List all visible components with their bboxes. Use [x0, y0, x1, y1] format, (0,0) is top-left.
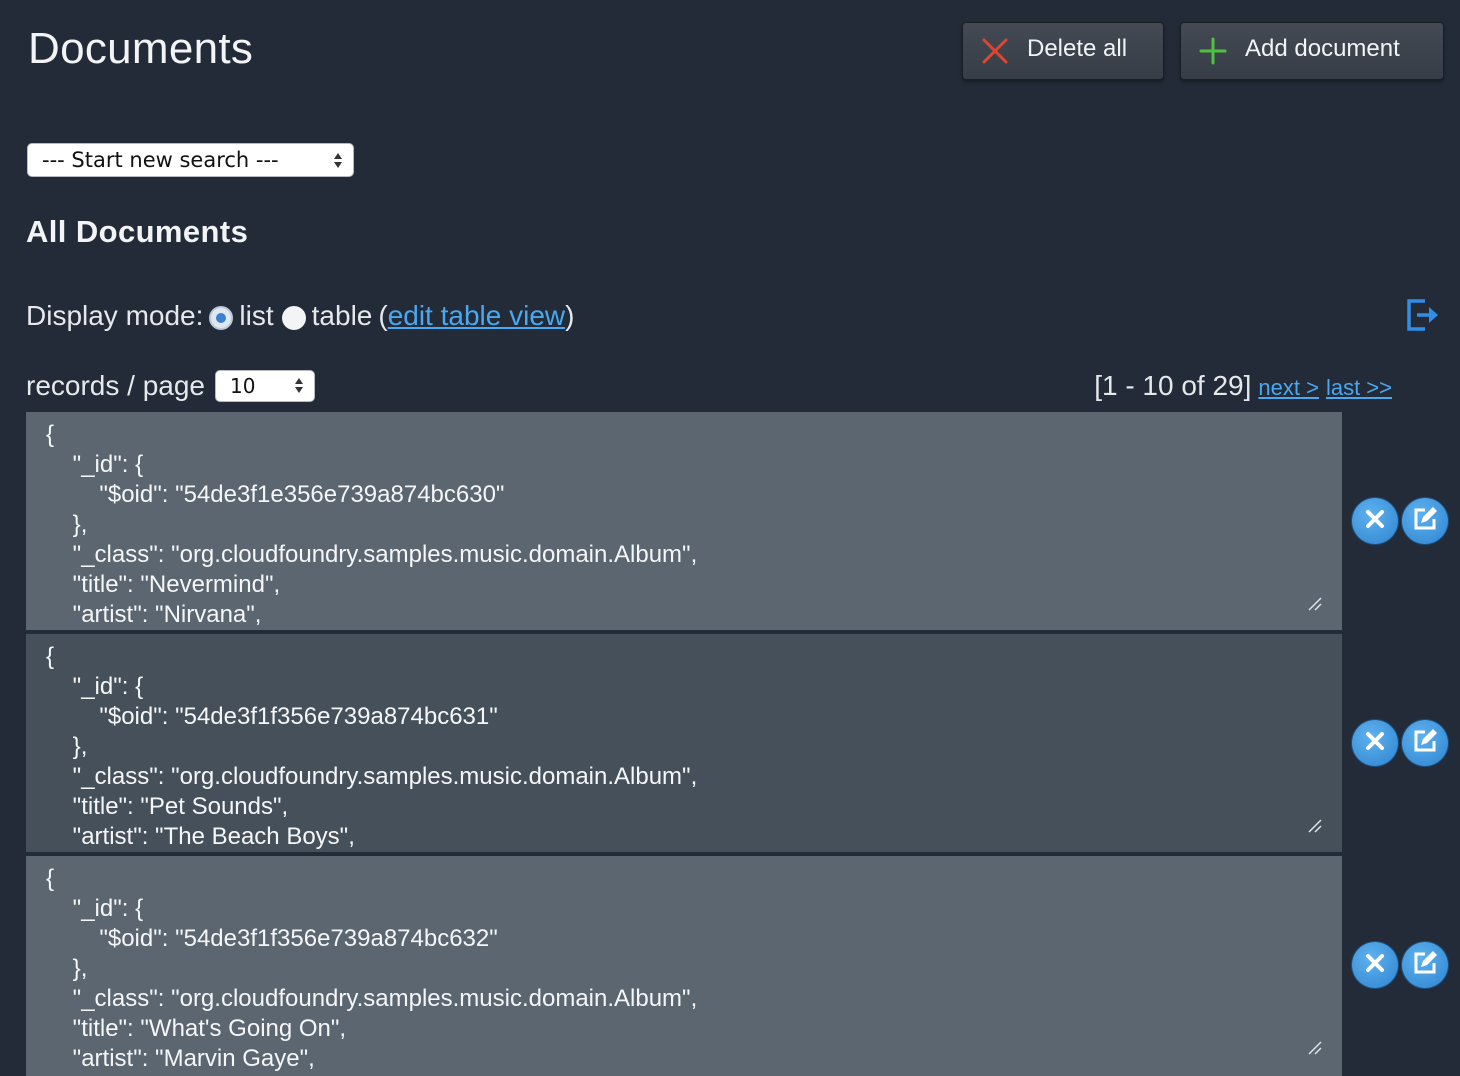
delete-document-button[interactable]: [1352, 942, 1398, 988]
pager-range: [1 - 10 of 29]: [1094, 370, 1252, 401]
records-per-page-row: records / page 10: [26, 370, 315, 402]
radio-table-label: table: [311, 300, 373, 331]
plus-icon: [1199, 37, 1227, 65]
edit-document-button[interactable]: [1402, 498, 1448, 544]
edit-document-button[interactable]: [1402, 720, 1448, 766]
export-icon[interactable]: [1405, 296, 1443, 339]
select-arrows-icon: [294, 376, 304, 396]
x-circle-icon: [1364, 730, 1386, 757]
search-select-value: --- Start new search ---: [42, 148, 279, 172]
edit-document-button[interactable]: [1402, 942, 1448, 988]
document-json[interactable]: { "_id": { "$oid": "54de3f1f356e739a874b…: [26, 634, 1342, 852]
document-item[interactable]: { "_id": { "$oid": "54de3f1f356e739a874b…: [26, 856, 1342, 1076]
page-title: Documents: [28, 24, 254, 73]
records-per-page-label: records / page: [26, 370, 205, 401]
display-mode-label: Display mode:: [26, 300, 204, 331]
delete-all-button[interactable]: Delete all: [962, 22, 1164, 80]
document-json[interactable]: { "_id": { "$oid": "54de3f1f356e739a874b…: [26, 856, 1342, 1074]
radio-table[interactable]: [281, 306, 306, 330]
paren-open: (: [378, 300, 388, 331]
section-title: All Documents: [26, 214, 249, 249]
radio-list-label: list: [239, 300, 274, 331]
add-document-button[interactable]: Add document: [1180, 22, 1444, 80]
edit-icon: [1411, 505, 1439, 538]
delete-document-button[interactable]: [1352, 720, 1398, 766]
last-page-link[interactable]: last >>: [1326, 375, 1392, 401]
delete-all-label: Delete all: [1027, 35, 1128, 62]
resize-grip-icon[interactable]: [1306, 590, 1322, 618]
resize-grip-icon[interactable]: [1306, 812, 1322, 840]
resize-grip-icon[interactable]: [1306, 1034, 1322, 1062]
delete-document-button[interactable]: [1352, 498, 1398, 544]
add-document-label: Add document: [1245, 35, 1400, 62]
document-item[interactable]: { "_id": { "$oid": "54de3f1e356e739a874b…: [26, 412, 1342, 630]
document-json[interactable]: { "_id": { "$oid": "54de3f1e356e739a874b…: [26, 412, 1342, 630]
edit-table-view-link[interactable]: edit table view: [388, 300, 565, 332]
document-item[interactable]: { "_id": { "$oid": "54de3f1f356e739a874b…: [26, 634, 1342, 852]
search-select[interactable]: --- Start new search ---: [27, 143, 354, 177]
x-circle-icon: [1364, 952, 1386, 979]
select-arrows-icon: [333, 151, 343, 171]
pager: [1 - 10 of 29] next > last >>: [1094, 370, 1392, 402]
x-icon: [981, 37, 1009, 65]
edit-icon: [1411, 949, 1439, 982]
x-circle-icon: [1364, 508, 1386, 535]
radio-list[interactable]: [209, 306, 234, 330]
edit-icon: [1411, 727, 1439, 760]
records-per-page-select[interactable]: 10: [215, 370, 315, 402]
display-mode-row: Display mode: list table (edit table vie…: [26, 296, 574, 336]
records-per-page-value: 10: [230, 374, 256, 398]
next-page-link[interactable]: next >: [1258, 375, 1319, 401]
paren-close: ): [565, 300, 575, 331]
